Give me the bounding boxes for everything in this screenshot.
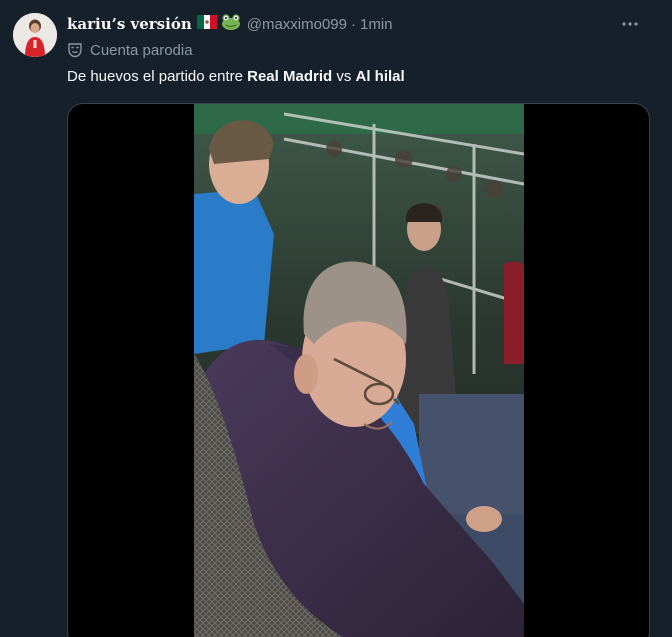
- tweet-text-prefix: De huevos el partido entre: [67, 68, 248, 85]
- separator-dot: ·: [351, 15, 356, 33]
- tweet[interactable]: kariu’s versión @maxximo099 · 1min Cuent…: [0, 0, 672, 637]
- more-icon: [622, 22, 638, 26]
- video-frame: [194, 104, 524, 637]
- video-player[interactable]: [67, 103, 650, 637]
- tweet-text-middle: vs: [332, 68, 356, 85]
- timestamp[interactable]: 1min: [360, 16, 393, 33]
- user-handle[interactable]: @maxximo099: [247, 16, 347, 33]
- display-name[interactable]: kariu’s versión: [67, 15, 192, 33]
- mask-icon: [67, 42, 83, 58]
- team-real-madrid: Real Madrid: [247, 68, 333, 85]
- more-button[interactable]: [618, 13, 642, 35]
- team-al-hilal: Al hilal: [355, 68, 405, 85]
- parody-text: Cuenta parodia: [90, 41, 193, 59]
- tweet-header: kariu’s versión @maxximo099 · 1min: [67, 13, 642, 35]
- parody-label: Cuenta parodia: [67, 40, 193, 60]
- frog-icon: [221, 13, 241, 35]
- avatar[interactable]: [13, 13, 57, 57]
- tweet-text: De huevos el partido entre Real Madrid v…: [67, 66, 652, 88]
- mexico-flag-icon: [196, 15, 217, 33]
